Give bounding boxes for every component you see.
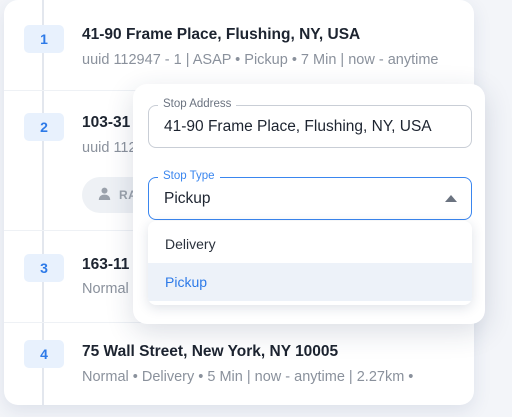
stop-type-option-pickup[interactable]: Pickup (148, 263, 472, 301)
stop-number-badge: 2 (24, 113, 64, 141)
chevron-up-icon[interactable] (445, 195, 457, 202)
stop-type-select[interactable]: Stop Type Pickup (148, 170, 472, 220)
stop-address: 75 Wall Street, New York, NY 10005 (82, 343, 339, 360)
stop-address-label: Stop Address (158, 98, 237, 110)
stop-address-field[interactable]: Stop Address 41-90 Frame Place, Flushing… (148, 98, 472, 148)
stop-edit-panel: Stop Address 41-90 Frame Place, Flushing… (133, 84, 485, 324)
stop-number-badge: 3 (24, 254, 64, 282)
person-icon (98, 187, 111, 203)
stop-address: 41-90 Frame Place, Flushing, NY, USA (82, 26, 361, 43)
stop-type-options-menu: Delivery Pickup (148, 221, 472, 305)
stop-type-option-delivery[interactable]: Delivery (148, 225, 472, 263)
stop-number-badge: 1 (24, 25, 64, 53)
stop-address-value[interactable]: 41-90 Frame Place, Flushing, NY, USA (164, 118, 432, 136)
stop-type-value: Pickup (164, 190, 211, 207)
stop-type-label: Stop Type (158, 170, 220, 182)
stop-details: uuid 112947 - 1 | ASAP • Pickup • 7 Min … (82, 52, 439, 68)
stop-details: Normal • Delivery • 5 Min | now - anytim… (82, 369, 414, 385)
stop-item-4[interactable]: 4 75 Wall Street, New York, NY 10005 Nor… (4, 322, 474, 405)
stop-number-badge: 4 (24, 340, 64, 368)
stop-item-1[interactable]: 1 41-90 Frame Place, Flushing, NY, USA u… (4, 0, 474, 90)
